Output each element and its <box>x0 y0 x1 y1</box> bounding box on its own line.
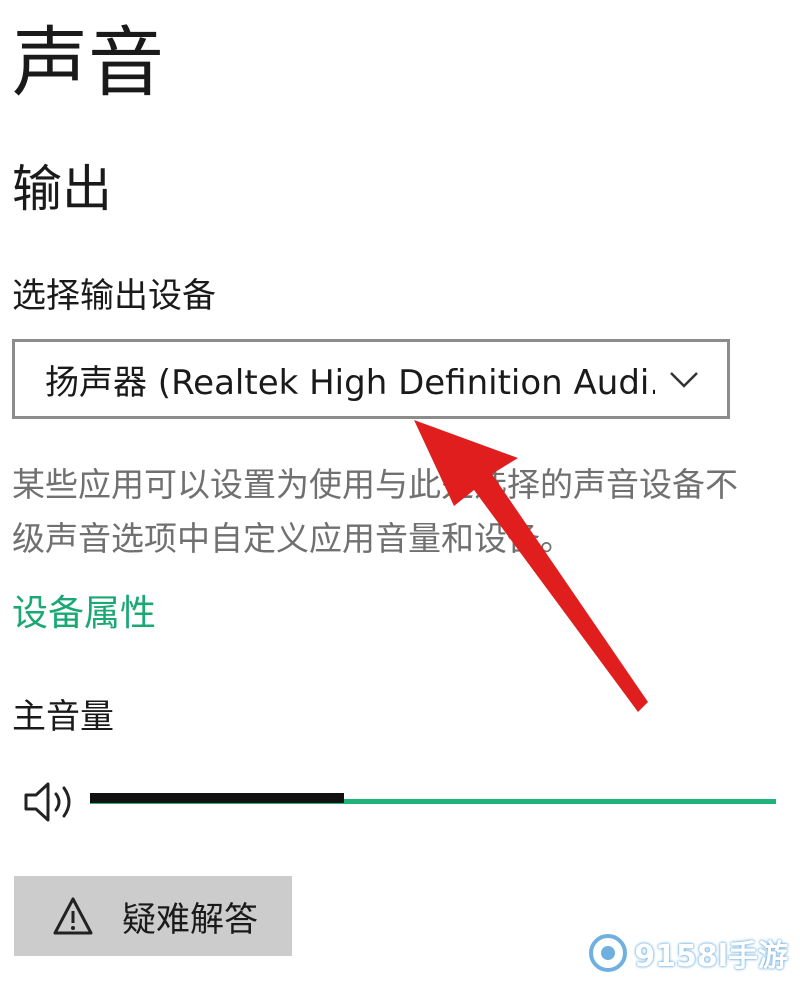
troubleshoot-button[interactable]: 疑难解答 <box>14 876 292 956</box>
output-description-line-1: 某些应用可以设置为使用与此处选择的声音设备不 <box>12 465 738 504</box>
watermark-logo-icon <box>589 934 628 972</box>
chevron-down-icon <box>670 372 698 388</box>
page-title: 声音 <box>12 18 164 107</box>
output-device-value: 扬声器 (Realtek High Definition Audi... <box>45 362 655 403</box>
warning-icon <box>53 897 93 935</box>
watermark: 9158l手游 <box>588 930 788 976</box>
output-device-label: 选择输出设备 <box>12 276 216 316</box>
master-volume-slider[interactable] <box>90 788 776 816</box>
troubleshoot-label: 疑难解答 <box>122 900 258 939</box>
master-volume-label: 主音量 <box>12 697 114 737</box>
speaker-icon[interactable] <box>22 776 80 828</box>
volume-fill <box>90 793 344 803</box>
watermark-text: 9158l手游 <box>634 939 788 974</box>
output-description-line-2: 级声音选项中自定义应用音量和设备。 <box>12 519 573 558</box>
output-device-dropdown[interactable]: 扬声器 (Realtek High Definition Audi... <box>12 339 730 419</box>
device-properties-link[interactable]: 设备属性 <box>12 588 156 640</box>
output-section-title: 输出 <box>12 160 112 218</box>
output-description: 某些应用可以设置为使用与此处选择的声音设备不 级声音选项中自定义应用音量和设备。 <box>12 458 782 566</box>
